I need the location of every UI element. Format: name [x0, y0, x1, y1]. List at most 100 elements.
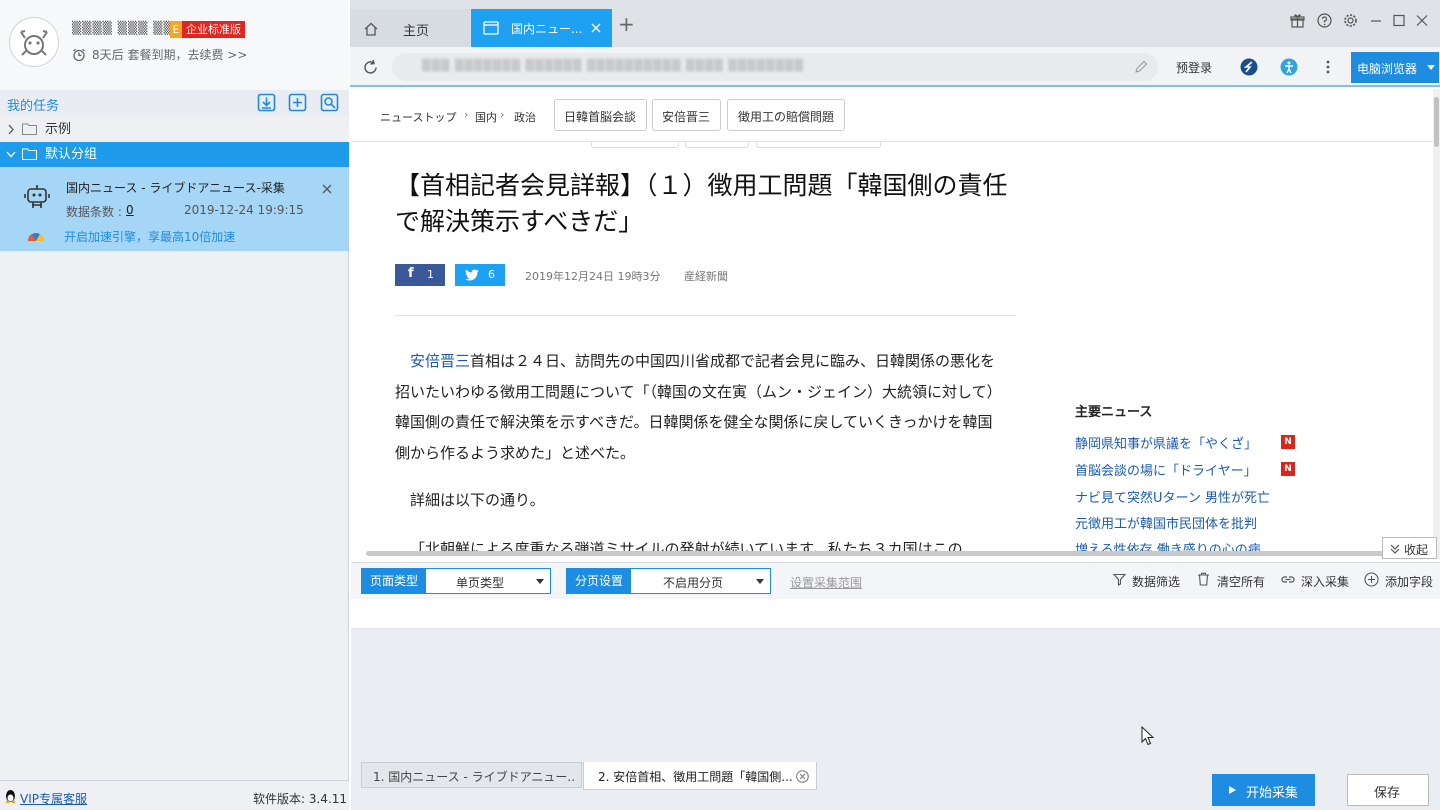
new-task-icon[interactable]: [288, 93, 307, 112]
close-icon[interactable]: [322, 184, 332, 194]
refresh-icon[interactable]: [362, 59, 379, 76]
task-title[interactable]: 国内ニュース - ライブドアニュース-采集: [66, 179, 285, 196]
folder-open-icon: [22, 148, 37, 160]
page-tab-1[interactable]: 1. 国内ニュース - ライブドアニュー..: [361, 762, 582, 788]
abe-link[interactable]: 安倍晋三: [410, 352, 470, 370]
address-bar: ▒▒▒ ▒▒▒▒▒▒▒ ▒▒▒▒▒▒ ▒▒▒▒▒▒▒▒▒▒ ▒▒▒▒ ▒▒▒▒▒…: [350, 47, 1440, 87]
twitter-share-button[interactable]: 6: [455, 264, 505, 286]
folder-icon: [22, 123, 37, 135]
data-count-label: 数据条数 :: [66, 205, 122, 219]
tab-home[interactable]: 主页: [350, 9, 470, 47]
bottom-bar: 1. 国内ニュース - ライブドアニュー.. 2. 安倍首相、徴用工問題「韓国側…: [351, 762, 1440, 810]
horizontal-scrollbar[interactable]: [366, 551, 1386, 556]
plus-circle-icon: [1364, 572, 1379, 587]
search-task-icon[interactable]: [320, 93, 339, 112]
news-header: ニューストップ › 国内 › 政治 日韓首脳会談 安倍晋三 徴用工の賠償問題: [351, 89, 1433, 142]
profile-panel: ▒▒▒▒ ▒▒▒ ▒▒ E 企业标准版 8天后 套餐到期，去续费 >>: [0, 0, 349, 90]
facebook-share-button[interactable]: f 1: [395, 264, 445, 286]
breadcrumb-domestic[interactable]: 国内: [475, 109, 497, 125]
tab-close-icon[interactable]: [591, 23, 601, 33]
breadcrumb-top[interactable]: ニューストップ: [380, 109, 456, 125]
caret-down-icon: [756, 579, 764, 584]
sidebar: ▒▒▒▒ ▒▒▒ ▒▒ E 企业标准版 8天后 套餐到期，去续费 >> 我的任务: [0, 0, 349, 810]
news-item[interactable]: 静岡県知事が県議を「やくざ」 N: [1075, 433, 1295, 452]
caret-down-icon: [536, 579, 544, 584]
save-button[interactable]: 保存: [1347, 774, 1429, 806]
qq-penguin-icon: [6, 790, 15, 803]
sidebar-footer: VIP专属客服 软件版本: 3.4.11: [0, 780, 349, 810]
article-date: 2019年12月24日 19時3分: [525, 270, 661, 283]
capture-controls: 页面类型 单页类型 分页设置 不启用分页 设置采集范围 数据筛选 清空所有 深入…: [351, 562, 1440, 599]
article-title: 【首相記者会見詳報】（１）徴用工問題「韓国側の責任で解決策示すべきだ」: [395, 171, 1008, 236]
page-tab-2[interactable]: 2. 安倍首相、徴用工問題「韓国側...: [583, 762, 817, 790]
new-tab-button[interactable]: +: [618, 14, 635, 34]
double-chevron-down-icon: [1390, 544, 1400, 554]
gift-icon[interactable]: [1290, 13, 1305, 28]
home-icon: [364, 22, 378, 36]
filter-icon: [1113, 573, 1126, 586]
robot-icon: [24, 185, 50, 208]
edit-pencil-icon[interactable]: [1134, 60, 1148, 74]
new-badge: N: [1281, 462, 1295, 476]
link-icon: [1281, 576, 1295, 583]
speedometer-icon: [27, 233, 45, 241]
maximize-icon[interactable]: [1392, 13, 1406, 28]
facebook-icon: f: [408, 266, 414, 281]
article-paragraph-1: 安倍晋三首相は２４日、訪問先の中国四川省成都で記者会見に臨み、日韓関係の悪化を招…: [395, 352, 1002, 462]
collapse-button[interactable]: 收起: [1382, 537, 1437, 559]
renew-link[interactable]: 8天后 套餐到期，去续费 >>: [72, 46, 247, 63]
minimize-icon[interactable]: [1369, 13, 1383, 28]
accelerate-link[interactable]: 开启加速引擎，享最高10倍加速: [64, 228, 235, 245]
data-preview-area: [351, 629, 1440, 762]
start-capture-button[interactable]: 开始采集: [1212, 774, 1315, 806]
set-range-link[interactable]: 设置采集范围: [790, 574, 862, 591]
article-source: 産経新聞: [684, 270, 728, 283]
import-task-icon[interactable]: [257, 93, 276, 112]
paging-select[interactable]: 分页设置 不启用分页: [566, 568, 771, 594]
mouse-cursor-icon: [1141, 726, 1155, 746]
article-paragraph-2: 詳細は以下の通り。: [410, 491, 545, 509]
main-news-header: 主要ニュース: [1075, 405, 1153, 420]
page-type-select[interactable]: 页面类型 单页类型: [361, 568, 551, 594]
prelogin-button[interactable]: 预登录: [1176, 59, 1212, 76]
data-preview-table: [351, 599, 1440, 629]
folder-default[interactable]: 默认分组: [0, 142, 349, 167]
my-tasks-title: 我的任务: [7, 99, 60, 114]
my-tasks-header: 我的任务: [0, 90, 349, 116]
browser-tabbar: 主页 国内ニュー... +: [350, 0, 1440, 47]
tab-news-active[interactable]: 国内ニュー...: [471, 9, 612, 47]
more-vertical-icon[interactable]: [1325, 59, 1331, 75]
edition-badge: E 企业标准版: [170, 21, 245, 38]
tag-compensation[interactable]: 徴用工の賠償問題: [727, 99, 845, 131]
accessibility-icon[interactable]: [1280, 58, 1298, 76]
data-count-value[interactable]: 0: [126, 203, 134, 217]
version-text: 软件版本: 3.4.11: [253, 792, 348, 806]
tag-abe[interactable]: 安倍晋三: [652, 99, 721, 131]
breadcrumb-politics[interactable]: 政治: [514, 109, 536, 125]
browser-mode-dropdown[interactable]: 电脑浏览器: [1351, 52, 1439, 83]
play-icon: [1229, 786, 1236, 794]
chevron-right-icon: [8, 124, 14, 135]
news-item[interactable]: 首脳会談の場に「ドライヤー」 N: [1075, 460, 1295, 479]
alarm-clock-icon: [73, 48, 85, 61]
task-date: 2019-12-24 19:9:15: [184, 203, 304, 217]
gear-icon[interactable]: [1343, 13, 1358, 28]
webpage-viewport: ニューストップ › 国内 › 政治 日韓首脳会談 安倍晋三 徴用工の賠償問題 【…: [351, 89, 1440, 559]
caret-down-icon: [1427, 65, 1435, 70]
webpage-icon: [483, 21, 499, 35]
trash-icon: [1198, 572, 1209, 586]
avatar[interactable]: [9, 17, 59, 67]
proxy-icon[interactable]: [1240, 58, 1258, 76]
folder-example[interactable]: 示例: [0, 117, 349, 142]
close-circle-icon[interactable]: [796, 770, 809, 783]
news-item[interactable]: ナビ見て突然Uターン 男性が死亡: [1075, 487, 1270, 506]
username: ▒▒▒▒ ▒▒▒ ▒▒: [72, 21, 174, 35]
tag-summit[interactable]: 日韓首脳会談: [554, 99, 647, 131]
vip-support-link[interactable]: VIP专属客服: [20, 790, 87, 807]
url-input[interactable]: ▒▒▒ ▒▒▒▒▒▒▒ ▒▒▒▒▒▒ ▒▒▒▒▒▒▒▒▒▒ ▒▒▒▒ ▒▒▒▒▒…: [392, 53, 1158, 81]
task-card[interactable]: 国内ニュース - ライブドアニュース-采集 数据条数 : 0 2019-12-2…: [0, 167, 349, 251]
help-icon[interactable]: [1317, 13, 1332, 28]
news-item[interactable]: 元徴用工が韓国市民団体を批判: [1075, 513, 1257, 532]
window-close-icon[interactable]: [1415, 13, 1429, 28]
vertical-scrollbar[interactable]: [1433, 89, 1440, 559]
